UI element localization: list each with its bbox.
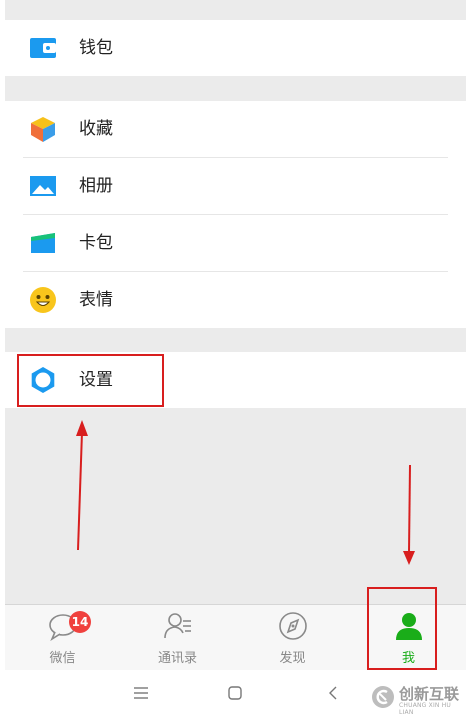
tab-label: 微信 <box>49 651 76 666</box>
menu-item-cards[interactable]: 卡包 <box>5 215 466 271</box>
watermark-subtext: CHUANG XIN HU LIAN <box>399 702 452 716</box>
settings-highlight-box <box>17 354 164 407</box>
menu-item-wallet[interactable]: 钱包 <box>5 20 466 76</box>
tab-contacts[interactable]: 通讯录 <box>120 605 235 671</box>
me-tab-highlight-box <box>367 587 437 670</box>
watermark-logo: 创新互联 CHUANG XIN HU LIAN <box>371 683 467 716</box>
unread-badge: 14 <box>69 611 91 633</box>
wallet-label: 钱包 <box>79 38 113 58</box>
wallet-section: 钱包 <box>5 20 466 76</box>
wallet-icon <box>30 38 56 58</box>
card-icon <box>31 233 55 253</box>
photo-icon <box>30 176 56 196</box>
menu-item-album[interactable]: 相册 <box>5 158 466 214</box>
contacts-icon <box>163 613 191 639</box>
watermark-text: 创新互联 <box>399 685 460 703</box>
tab-label: 通讯录 <box>157 651 197 666</box>
home-icon[interactable] <box>227 685 243 701</box>
menu-icon[interactable] <box>133 686 149 700</box>
tab-chats[interactable]: 14 微信 <box>5 605 120 671</box>
tab-label: 发现 <box>279 651 306 666</box>
smiley-icon <box>30 287 56 313</box>
top-gap <box>5 0 466 20</box>
album-label: 相册 <box>79 176 113 196</box>
watermark-icon <box>372 686 394 708</box>
favorites-label: 收藏 <box>79 119 113 139</box>
stickers-label: 表情 <box>79 290 113 310</box>
tab-discover[interactable]: 发现 <box>235 605 350 671</box>
cards-label: 卡包 <box>79 233 113 253</box>
menu-item-favorites[interactable]: 收藏 <box>5 101 466 157</box>
menu-item-stickers[interactable]: 表情 <box>5 272 466 328</box>
services-section: 收藏 相册 卡包 表情 <box>5 101 466 328</box>
cube-icon <box>31 117 55 142</box>
back-icon[interactable] <box>327 685 339 701</box>
compass-icon <box>278 612 307 640</box>
